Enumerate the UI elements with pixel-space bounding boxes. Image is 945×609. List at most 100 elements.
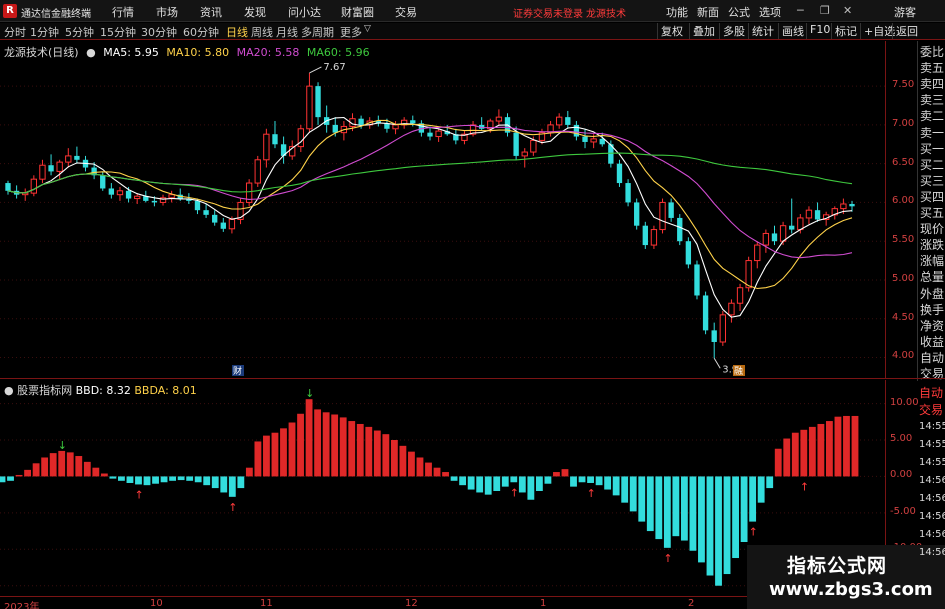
bbd-bar — [297, 413, 304, 477]
candle — [495, 109, 503, 125]
info-label: 现价 — [920, 222, 945, 236]
tool-add-watchlist[interactable]: +自选 — [860, 23, 895, 39]
trade-time-label: 14:56 — [919, 475, 945, 486]
time-tick-label: 2 — [688, 598, 695, 609]
candle — [521, 148, 528, 168]
menu-trade[interactable]: 交易 — [395, 4, 417, 20]
menu-discover[interactable]: 发现 — [244, 4, 266, 20]
bbd-bar — [740, 476, 748, 542]
bbd-bar — [211, 476, 219, 489]
period-weekly[interactable]: 周线 — [251, 24, 273, 40]
period-multi[interactable]: 多周期 — [301, 24, 334, 40]
guest-account-label[interactable]: 游客 — [894, 4, 916, 20]
bbd-bar — [314, 409, 322, 477]
candlestick-chart[interactable]: 7.673.99财融 — [0, 41, 885, 378]
menu-quotes[interactable]: 行情 — [112, 4, 134, 20]
period-daily[interactable]: 日线 — [226, 24, 248, 40]
tool-f10[interactable]: F10 — [806, 23, 830, 39]
info-label: 委比 — [920, 45, 945, 59]
info-label: 涨跌 — [920, 238, 945, 252]
stock-name-tag: 龙源技术 — [586, 9, 626, 20]
menu-wealth-circle[interactable]: 财富圈 — [341, 4, 374, 20]
menu-options[interactable]: 选项 — [759, 4, 781, 20]
close-icon[interactable]: ✕ — [843, 4, 852, 17]
tool-adjust[interactable]: 复权 — [657, 23, 683, 39]
finance-badge-text: 财 — [233, 365, 242, 377]
candle — [677, 214, 683, 246]
more-chevron-icon[interactable]: ▽ — [364, 24, 371, 34]
high-marker-line — [309, 66, 322, 74]
bbd-bar — [843, 415, 850, 477]
bbd-bar — [237, 476, 245, 489]
period-intraday[interactable]: 分时 — [4, 24, 26, 40]
trade-time-label: 14:56 — [919, 511, 945, 522]
period-1min[interactable]: 1分钟 — [30, 24, 59, 40]
trade-time-label: 14:56 — [919, 547, 945, 558]
ma5-value: MA5: 5.95 — [103, 46, 159, 59]
info-label: 买四 — [920, 190, 945, 204]
bbd-bar — [220, 476, 228, 493]
tool-mark[interactable]: 标记 — [831, 23, 857, 39]
bbd-bar — [118, 476, 125, 481]
candle — [306, 72, 313, 133]
indicator-tick-label: -5.00 — [890, 506, 916, 517]
price-tick-label: 4.50 — [892, 312, 915, 323]
candle — [789, 198, 795, 234]
period-60min[interactable]: 60分钟 — [183, 24, 219, 40]
candle — [582, 128, 588, 149]
stock-title: 龙源技术(日线) — [4, 46, 79, 59]
candle-body — [100, 175, 106, 189]
menu-function[interactable]: 功能 — [666, 4, 688, 20]
menu-ask-xiaoda[interactable]: 问小达 — [288, 4, 321, 20]
bbd-bar — [41, 457, 49, 477]
period-monthly[interactable]: 月线 — [276, 24, 298, 40]
candle-body — [521, 151, 528, 157]
bbd-bar — [322, 412, 330, 477]
bbd-bar — [425, 462, 432, 477]
period-5min[interactable]: 5分钟 — [65, 24, 94, 40]
tool-back[interactable]: 返回 — [892, 23, 918, 39]
bbd-bar — [553, 472, 560, 477]
trade-time-label: 14:55 — [919, 439, 945, 450]
price-tick-label: 7.00 — [892, 118, 915, 129]
menu-market[interactable]: 市场 — [156, 4, 178, 20]
bbd-bar — [288, 422, 296, 477]
candle — [108, 183, 115, 199]
menu-new-page[interactable]: 新面 — [697, 4, 719, 20]
login-status-text: 证券交易未登录 — [513, 9, 583, 20]
bbd-bar — [109, 476, 117, 479]
bbd-bar — [638, 476, 646, 522]
candle — [469, 121, 477, 137]
bbd-bar — [578, 476, 586, 483]
minimize-icon[interactable]: ─ — [797, 4, 804, 17]
candle-body — [789, 225, 795, 230]
candle-body — [530, 139, 537, 153]
menu-formula[interactable]: 公式 — [728, 4, 750, 20]
tool-statistics[interactable]: 统计 — [748, 23, 774, 39]
info-label: 买五 — [920, 206, 945, 220]
margin-badge-text: 融 — [734, 366, 743, 377]
period-15min[interactable]: 15分钟 — [100, 24, 136, 40]
candle — [237, 198, 244, 225]
bbd-bar — [501, 476, 509, 487]
period-30min[interactable]: 30分钟 — [141, 24, 177, 40]
sell-arrow-icon: ↓ — [305, 387, 314, 400]
bbd-bar — [442, 472, 449, 477]
bbd-bar — [373, 430, 381, 477]
restore-icon[interactable]: ❐ — [820, 4, 830, 17]
bbd-bar — [467, 476, 475, 490]
tool-overlay[interactable]: 叠加 — [689, 23, 715, 39]
period-more[interactable]: 更多 — [340, 24, 362, 40]
bbd-bar — [92, 467, 100, 477]
bbd-bar — [527, 476, 535, 500]
tool-draw-line[interactable]: 画线 — [778, 23, 804, 39]
candle — [762, 229, 770, 253]
info-label: 净资 — [920, 319, 945, 333]
tool-multi-stock[interactable]: 多股 — [719, 23, 745, 39]
candle-body — [74, 155, 80, 160]
info-label: 买一 — [920, 142, 945, 156]
low-marker-line — [713, 358, 721, 369]
candle-body — [116, 190, 124, 196]
menu-news[interactable]: 资讯 — [200, 4, 222, 20]
trade-time-label: 14:56 — [919, 493, 945, 504]
